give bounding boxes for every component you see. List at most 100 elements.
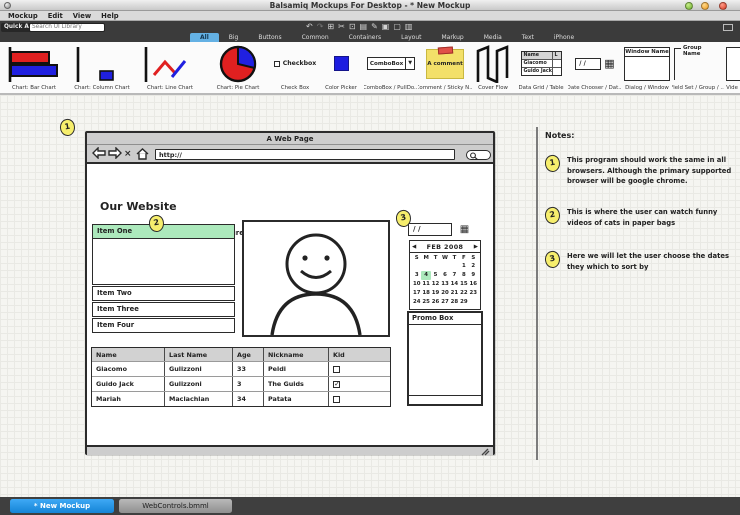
library-item-line-chart[interactable]: Chart: Line Chart bbox=[136, 42, 204, 93]
column-header[interactable]: Kid bbox=[328, 348, 388, 361]
calendar-date[interactable]: 22 bbox=[459, 289, 468, 298]
calendar-date[interactable]: 4 bbox=[421, 271, 430, 280]
library-item-dialog[interactable]: Window Name Dialog / Window bbox=[622, 42, 672, 93]
column-header[interactable]: Age bbox=[232, 348, 263, 361]
tab-markup[interactable]: Markup bbox=[431, 33, 473, 42]
kid-checkbox-checked[interactable] bbox=[333, 381, 340, 388]
calendar-date[interactable]: 29 bbox=[459, 298, 468, 307]
library-item-check-box[interactable]: Checkbox Check Box bbox=[272, 42, 318, 93]
home-icon[interactable] bbox=[136, 148, 149, 160]
table-row[interactable]: Giacomo Gulizzoni 33 Peldi bbox=[92, 361, 390, 376]
library-item-video[interactable]: Vide bbox=[724, 42, 740, 93]
calendar-date[interactable]: 19 bbox=[431, 289, 440, 298]
cut-icon[interactable]: ✂ bbox=[338, 21, 345, 33]
calendar-date[interactable]: 3 bbox=[412, 271, 421, 280]
paste-icon[interactable]: ▤ bbox=[360, 21, 368, 33]
table-row[interactable]: Guido Jack Gulizzoni 3 The Guids bbox=[92, 376, 390, 391]
accordion-item[interactable]: Item Three bbox=[92, 302, 235, 317]
calendar-date[interactable]: 20 bbox=[440, 289, 449, 298]
tab-media[interactable]: Media bbox=[474, 33, 512, 42]
calendar-date[interactable]: 24 bbox=[412, 298, 421, 307]
calendar-date[interactable]: 6 bbox=[440, 271, 449, 280]
tab-layout[interactable]: Layout bbox=[391, 33, 431, 42]
doc-tab-new-mockup[interactable]: * New Mockup bbox=[10, 499, 114, 513]
calendar-date[interactable]: 2 bbox=[469, 262, 478, 271]
minimize-button[interactable] bbox=[685, 2, 693, 10]
fullscreen-icon[interactable] bbox=[723, 24, 733, 31]
calendar-date[interactable]: 25 bbox=[421, 298, 430, 307]
tab-containers[interactable]: Containers bbox=[339, 33, 391, 42]
library-item-color-picker[interactable]: Color Picker bbox=[318, 42, 364, 93]
library-item-column-chart[interactable]: Chart: Column Chart bbox=[68, 42, 136, 93]
calendar-date[interactable]: 28 bbox=[450, 298, 459, 307]
resize-grip-icon[interactable] bbox=[480, 448, 490, 456]
url-field[interactable]: http:// bbox=[155, 149, 455, 160]
calendar-date[interactable]: 13 bbox=[440, 280, 449, 289]
library-item-date-chooser[interactable]: / / ▦ Date Chooser / Dat... bbox=[568, 42, 622, 93]
calendar-date[interactable]: 21 bbox=[450, 289, 459, 298]
stop-icon[interactable]: × bbox=[124, 148, 132, 160]
calendar-date[interactable]: 10 bbox=[412, 280, 421, 289]
search-input[interactable] bbox=[29, 23, 105, 32]
duplicate-icon[interactable]: ⊞ bbox=[327, 21, 334, 33]
kid-checkbox[interactable] bbox=[333, 396, 340, 403]
menu-help[interactable]: Help bbox=[101, 12, 119, 20]
calendar-date[interactable]: 16 bbox=[469, 280, 478, 289]
tab-iphone[interactable]: iPhone bbox=[544, 33, 584, 42]
table-row[interactable]: Mariah Maclachlan 34 Patata bbox=[92, 391, 390, 406]
calendar-prev-icon[interactable]: ◀ bbox=[412, 244, 416, 250]
accordion-item[interactable]: Item Two bbox=[92, 286, 235, 301]
browser-window-mockup[interactable]: A Web Page × http:// Our Website bbox=[85, 131, 495, 455]
calendar-date[interactable]: 14 bbox=[450, 280, 459, 289]
calendar-date[interactable]: 27 bbox=[440, 298, 449, 307]
calendar-date[interactable]: 17 bbox=[412, 289, 421, 298]
edit-icon[interactable]: ✎ bbox=[371, 21, 378, 33]
calendar-date[interactable]: 8 bbox=[459, 271, 468, 280]
calendar-date[interactable]: 7 bbox=[450, 271, 459, 280]
calendar-date[interactable]: 5 bbox=[431, 271, 440, 280]
accordion-item[interactable]: Item Four bbox=[92, 318, 235, 333]
kid-checkbox[interactable] bbox=[333, 366, 340, 373]
calendar-date[interactable]: 11 bbox=[421, 280, 430, 289]
copy-icon[interactable]: ⊡ bbox=[349, 21, 356, 33]
calendar-date[interactable]: 18 bbox=[421, 289, 430, 298]
calendar-date[interactable]: 15 bbox=[459, 280, 468, 289]
tab-all[interactable]: All bbox=[190, 33, 219, 42]
menu-edit[interactable]: Edit bbox=[48, 12, 63, 20]
notes-splitter[interactable] bbox=[536, 127, 538, 460]
column-header[interactable]: Name bbox=[92, 348, 164, 361]
library-item-pie-chart[interactable]: Chart: Pie Chart bbox=[204, 42, 272, 93]
calendar-button-icon[interactable]: ▦ bbox=[458, 223, 471, 236]
maximize-button[interactable] bbox=[701, 2, 709, 10]
column-header[interactable]: Last Name bbox=[164, 348, 232, 361]
calendar-date[interactable]: 12 bbox=[431, 280, 440, 289]
calendar-next-icon[interactable]: ▶ bbox=[474, 244, 478, 250]
library-item-bar-chart[interactable]: Chart: Bar Chart bbox=[0, 42, 68, 93]
library-item-cover-flow[interactable]: Cover Flow bbox=[472, 42, 514, 93]
library-item-data-grid[interactable]: Name L Giacomo Guido Jack Data Grid / Ta… bbox=[514, 42, 568, 93]
date-input[interactable]: / / bbox=[408, 223, 452, 236]
menu-view[interactable]: View bbox=[73, 12, 91, 20]
tab-big[interactable]: Big bbox=[219, 33, 249, 42]
undo-icon[interactable]: ↶ bbox=[306, 21, 313, 33]
column-header[interactable]: Nickname bbox=[263, 348, 328, 361]
calendar-date[interactable]: 26 bbox=[431, 298, 440, 307]
tab-text[interactable]: Text bbox=[512, 33, 544, 42]
library-item-field-set[interactable]: Group Name Field Set / Group / ... bbox=[672, 42, 724, 93]
calendar-date[interactable]: 23 bbox=[469, 289, 478, 298]
library-item-comment[interactable]: A comment Comment / Sticky N... bbox=[418, 42, 472, 93]
ungroup-icon[interactable]: ▢ bbox=[393, 21, 401, 33]
browser-search-box[interactable] bbox=[466, 150, 491, 160]
mockup-canvas[interactable]: 1 2 3 A Web Page × http:// bbox=[0, 95, 740, 497]
group-icon[interactable]: ▣ bbox=[382, 21, 390, 33]
back-arrow-icon[interactable] bbox=[92, 147, 106, 159]
annotation-badge-1[interactable]: 1 bbox=[59, 118, 77, 137]
tab-buttons[interactable]: Buttons bbox=[248, 33, 291, 42]
redo-icon[interactable]: ↷ bbox=[317, 21, 324, 33]
forward-arrow-icon[interactable] bbox=[108, 147, 122, 159]
library-item-combobox[interactable]: ComboBox ▼ ComboBox / PullDo... bbox=[364, 42, 418, 93]
menu-mockup[interactable]: Mockup bbox=[8, 12, 38, 20]
calendar-date[interactable]: 9 bbox=[469, 271, 478, 280]
promo-box[interactable]: Promo Box bbox=[407, 311, 483, 406]
doc-tab-webcontrols[interactable]: WebControls.bmml bbox=[119, 499, 232, 513]
